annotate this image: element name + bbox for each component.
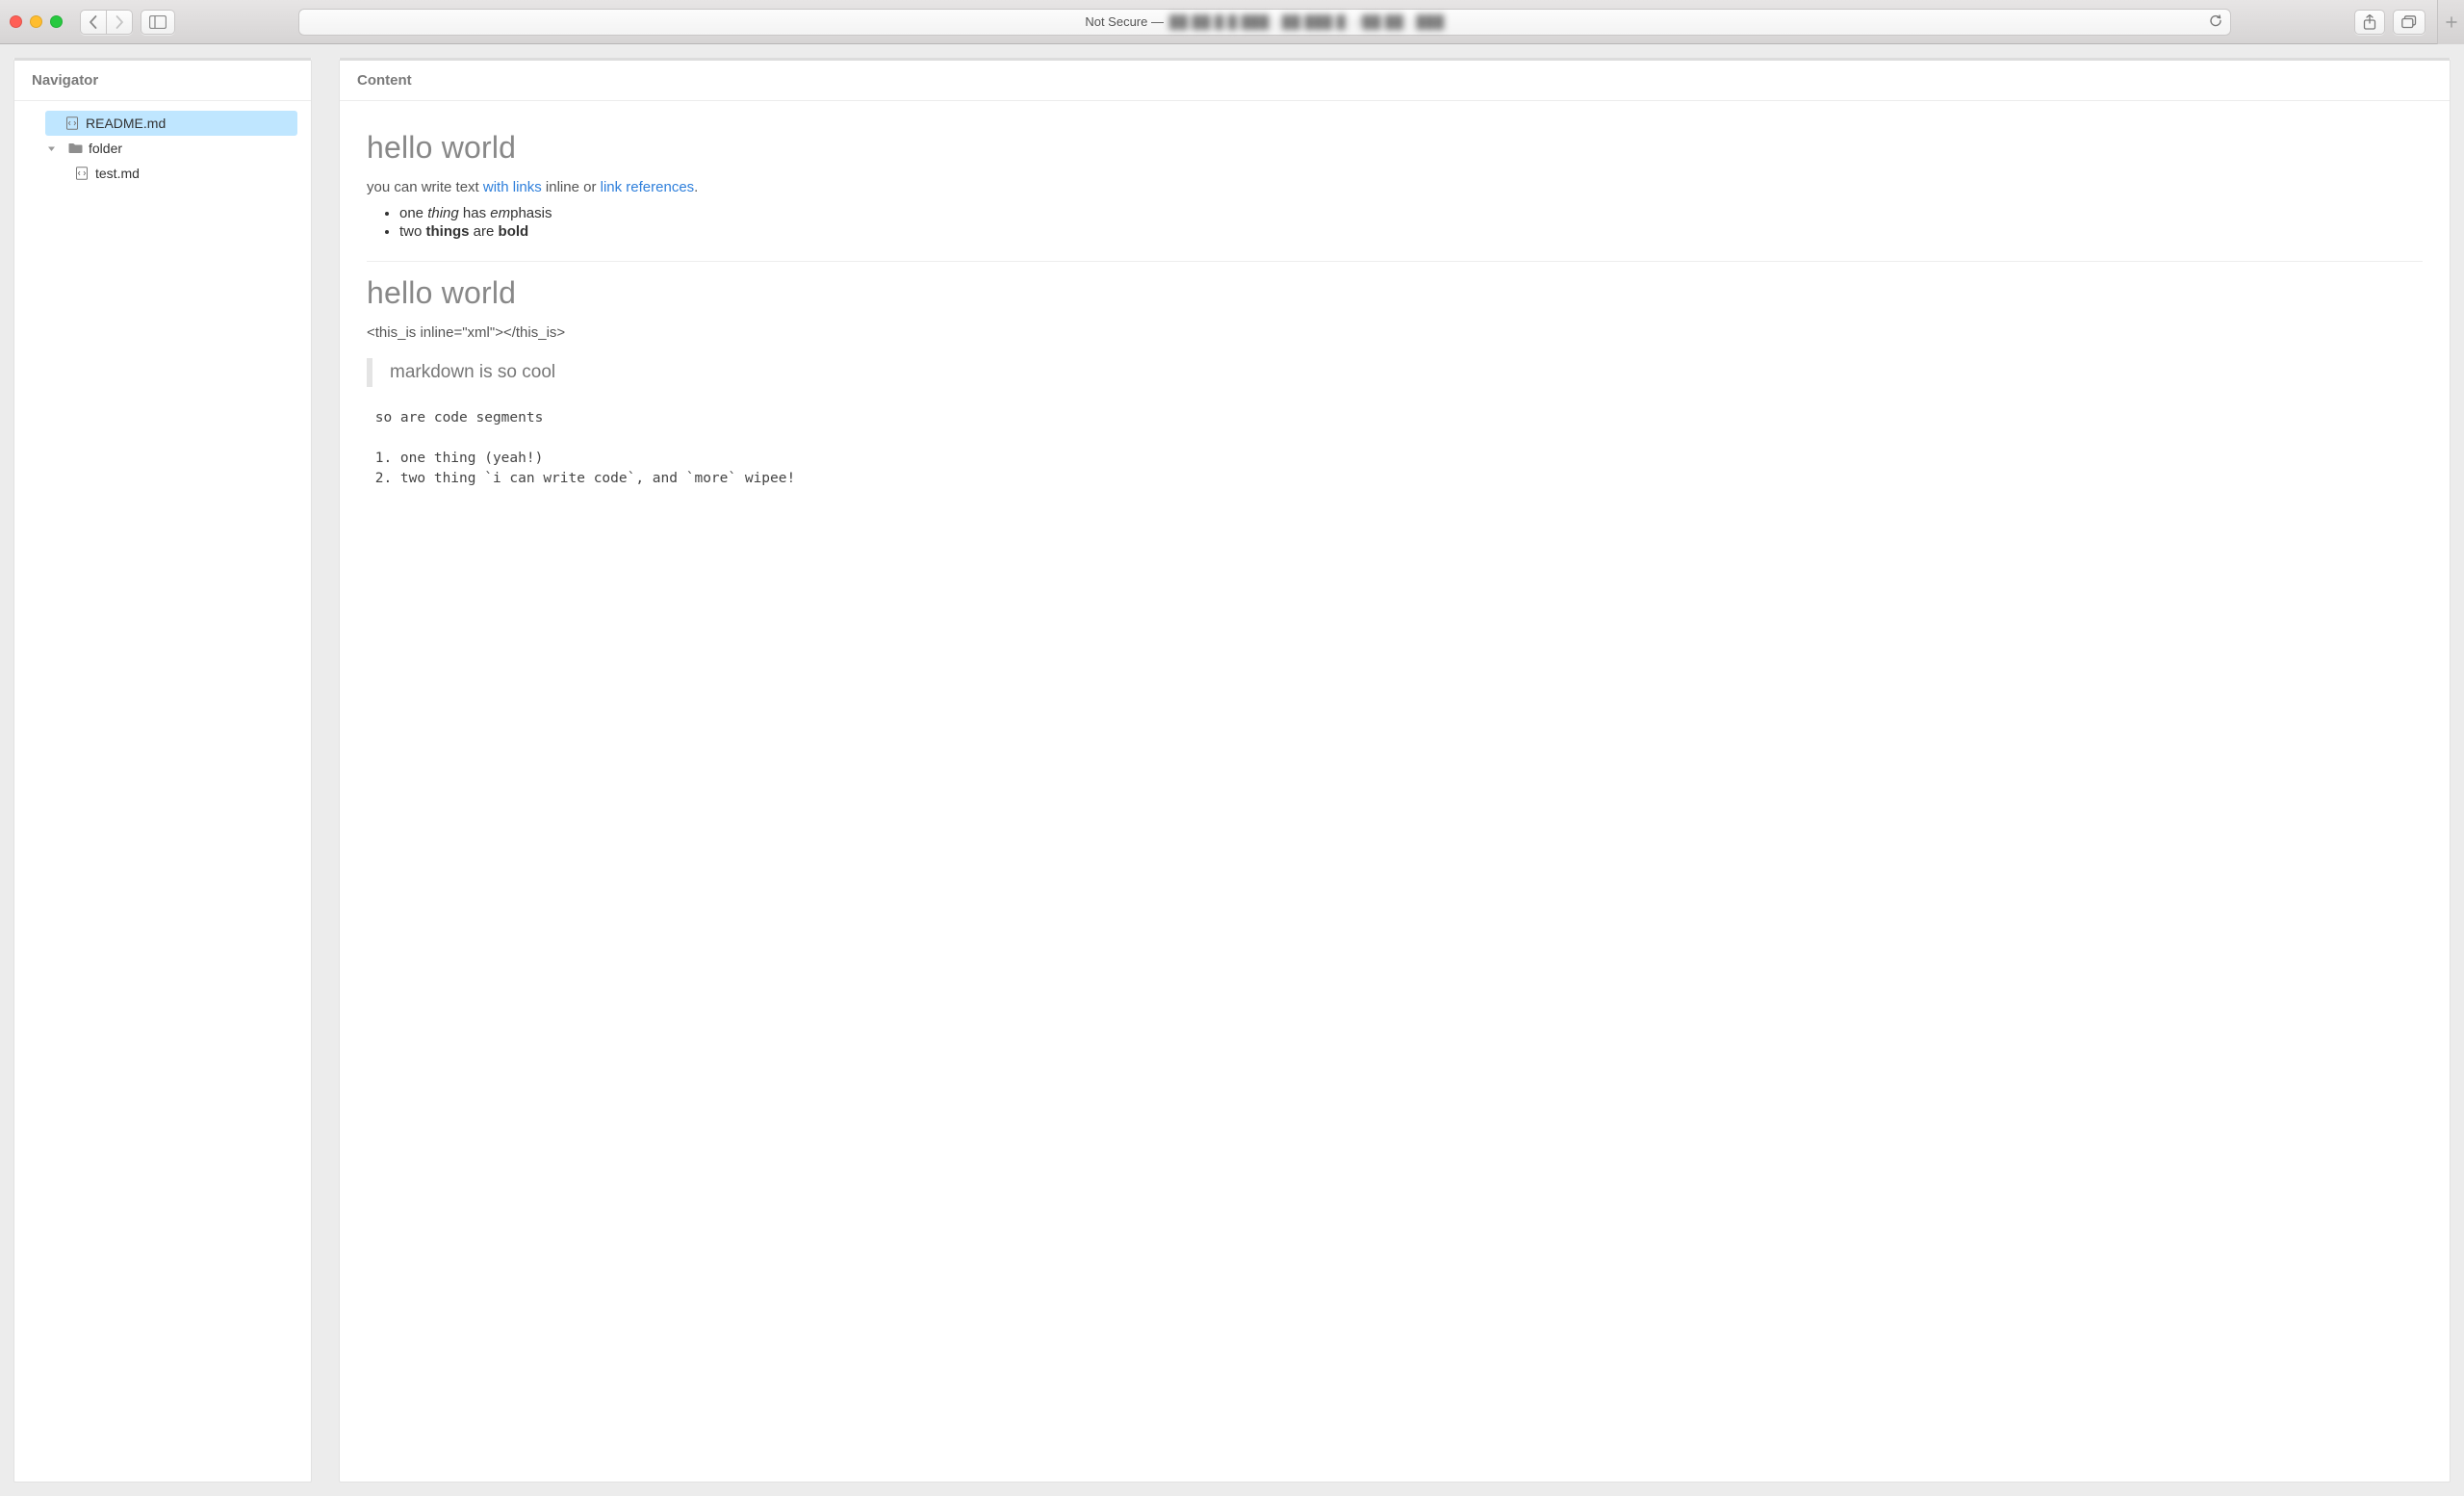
- caret-down-icon: [47, 144, 56, 153]
- heading-1b: hello world: [367, 275, 2423, 311]
- text: are: [470, 223, 499, 240]
- intro-paragraph: you can write text with links inline or …: [367, 179, 2423, 195]
- tree-item-readme[interactable]: README.md: [45, 111, 297, 136]
- browser-toolbar: Not Secure — ██ ██ █ █ ███ · ██ ███ █ · …: [0, 0, 2464, 44]
- link-inline[interactable]: with links: [483, 179, 542, 195]
- xml-sample: <this_is inline="xml"></this_is>: [367, 324, 2423, 341]
- bold-text: bold: [499, 223, 529, 240]
- chevron-left-icon: [89, 15, 98, 29]
- file-code-icon: [64, 116, 80, 131]
- reload-button[interactable]: [2209, 13, 2222, 30]
- url-text: ██ ██ █ █ ███ · ██ ███ █ · /██ ██ · ███: [1169, 14, 1445, 29]
- share-icon: [2363, 14, 2376, 30]
- em-text: em: [490, 205, 510, 221]
- code-block: so are code segments 1. one thing (yeah!…: [367, 408, 2423, 489]
- blockquote: markdown is so cool: [367, 358, 2423, 387]
- zoom-window-button[interactable]: [50, 15, 63, 28]
- security-label: Not Secure —: [1085, 14, 1164, 29]
- navigator-panel: Navigator README.md folder: [13, 58, 312, 1483]
- reload-icon: [2209, 13, 2222, 27]
- text: has: [459, 205, 491, 221]
- close-window-button[interactable]: [10, 15, 22, 28]
- text: inline or: [542, 179, 601, 195]
- text: .: [694, 179, 698, 195]
- tabs-button[interactable]: [2393, 10, 2426, 35]
- forward-button[interactable]: [106, 10, 133, 35]
- content-title: Content: [340, 61, 2450, 101]
- workspace: Navigator README.md folder: [0, 44, 2464, 1496]
- window-controls: [10, 15, 63, 28]
- file-tree: README.md folder test.md: [14, 101, 311, 203]
- tree-item-folder[interactable]: folder: [45, 136, 297, 161]
- list-item: two things are bold: [399, 223, 2423, 240]
- share-button[interactable]: [2354, 10, 2385, 35]
- folder-collapse-toggle[interactable]: [47, 144, 56, 153]
- new-tab-button[interactable]: [2437, 0, 2464, 44]
- text: phasis: [510, 205, 552, 221]
- folder-icon: [67, 141, 83, 156]
- tabs-icon: [2401, 15, 2417, 29]
- sidebar-toggle-button[interactable]: [141, 10, 175, 35]
- plus-icon: [2446, 16, 2457, 28]
- minimize-window-button[interactable]: [30, 15, 42, 28]
- tree-item-label: folder: [89, 141, 122, 156]
- back-button[interactable]: [80, 10, 106, 35]
- bold-text: things: [426, 223, 470, 240]
- text: one: [399, 205, 427, 221]
- section-divider: [367, 261, 2423, 262]
- tree-item-label: test.md: [95, 166, 140, 181]
- em-text: thing: [427, 205, 459, 221]
- content-panel: Content hello world you can write text w…: [339, 58, 2451, 1483]
- rendered-markdown: hello world you can write text with link…: [340, 101, 2450, 512]
- tree-item-label: README.md: [86, 116, 166, 131]
- heading-1a: hello world: [367, 130, 2423, 166]
- chevron-right-icon: [115, 15, 124, 29]
- list-item: one thing has emphasis: [399, 205, 2423, 221]
- unordered-list: one thing has emphasis two things are bo…: [399, 205, 2423, 240]
- navigator-title: Navigator: [14, 61, 311, 101]
- text: you can write text: [367, 179, 483, 195]
- nav-buttons: [80, 10, 133, 35]
- text: two: [399, 223, 426, 240]
- tree-item-test[interactable]: test.md: [28, 161, 297, 186]
- sidebar-icon: [149, 15, 167, 29]
- address-bar[interactable]: Not Secure — ██ ██ █ █ ███ · ██ ███ █ · …: [298, 9, 2231, 36]
- link-reference[interactable]: link references: [601, 179, 695, 195]
- file-code-icon: [74, 166, 90, 181]
